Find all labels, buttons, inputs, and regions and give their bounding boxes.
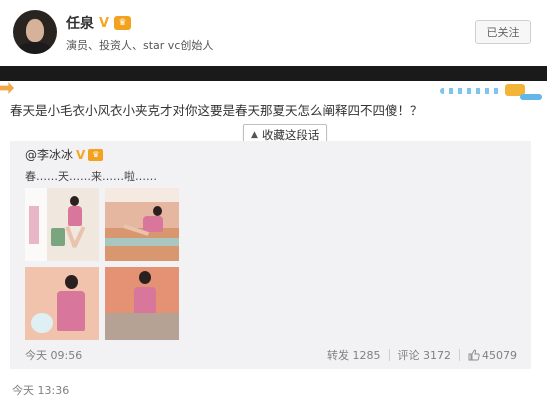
user-name[interactable]: 任泉 (66, 13, 94, 33)
photo-thumbnail[interactable] (25, 188, 99, 261)
verified-badge-icon: V (99, 15, 110, 31)
like-count: 45079 (482, 348, 517, 362)
photo-thumbnail[interactable] (25, 267, 99, 340)
photo-thumbnail[interactable] (105, 188, 179, 261)
like-button[interactable]: 45079 (468, 349, 517, 362)
arrow-up-icon: ▲ (251, 130, 258, 140)
user-bio: 演员、投资人、star vc创始人 (66, 39, 214, 52)
post-text: 春天是小毛衣小风衣小夹克才对你这要是春天那夏天怎么阐释四不四傻！？ (10, 103, 423, 118)
decor-blob (520, 94, 542, 100)
repost-box: @李冰冰 V ♛ 春……天……来……啦…… 今天 09:56 转发 1285 评… (10, 141, 531, 369)
crown-icon: ♛ (88, 148, 104, 161)
follow-button[interactable]: 已关注 (475, 20, 531, 44)
stat-divider (388, 349, 390, 361)
repost-author[interactable]: @李冰冰 (25, 146, 73, 163)
repost-stats: 转发 1285 评论 3172 45079 (327, 347, 517, 363)
repost-text: 春……天……来……啦…… (25, 170, 157, 183)
decor-band (0, 66, 547, 81)
repost-header: @李冰冰 V ♛ (25, 146, 104, 163)
forward-button[interactable]: 转发 1285 (327, 347, 381, 363)
avatar-face (26, 20, 44, 42)
crown-icon: ♛ (114, 16, 132, 30)
photo-thumbnail[interactable] (105, 267, 179, 340)
post-time[interactable]: 今天 13:36 (12, 382, 69, 398)
thumb-up-icon (468, 349, 480, 361)
verified-badge-icon: V (76, 147, 86, 162)
stat-divider (459, 349, 460, 361)
profile-header: 任泉 V ♛ 演员、投资人、star vc创始人 已关注 (0, 0, 547, 66)
repost-time[interactable]: 今天 09:56 (25, 347, 82, 363)
decor-dots (440, 88, 500, 94)
avatar-shoulder (17, 42, 53, 54)
name-row: 任泉 V ♛ (66, 13, 132, 33)
comment-button[interactable]: 评论 3172 (398, 347, 452, 363)
avatar[interactable] (13, 10, 57, 54)
photo-grid (25, 188, 180, 340)
